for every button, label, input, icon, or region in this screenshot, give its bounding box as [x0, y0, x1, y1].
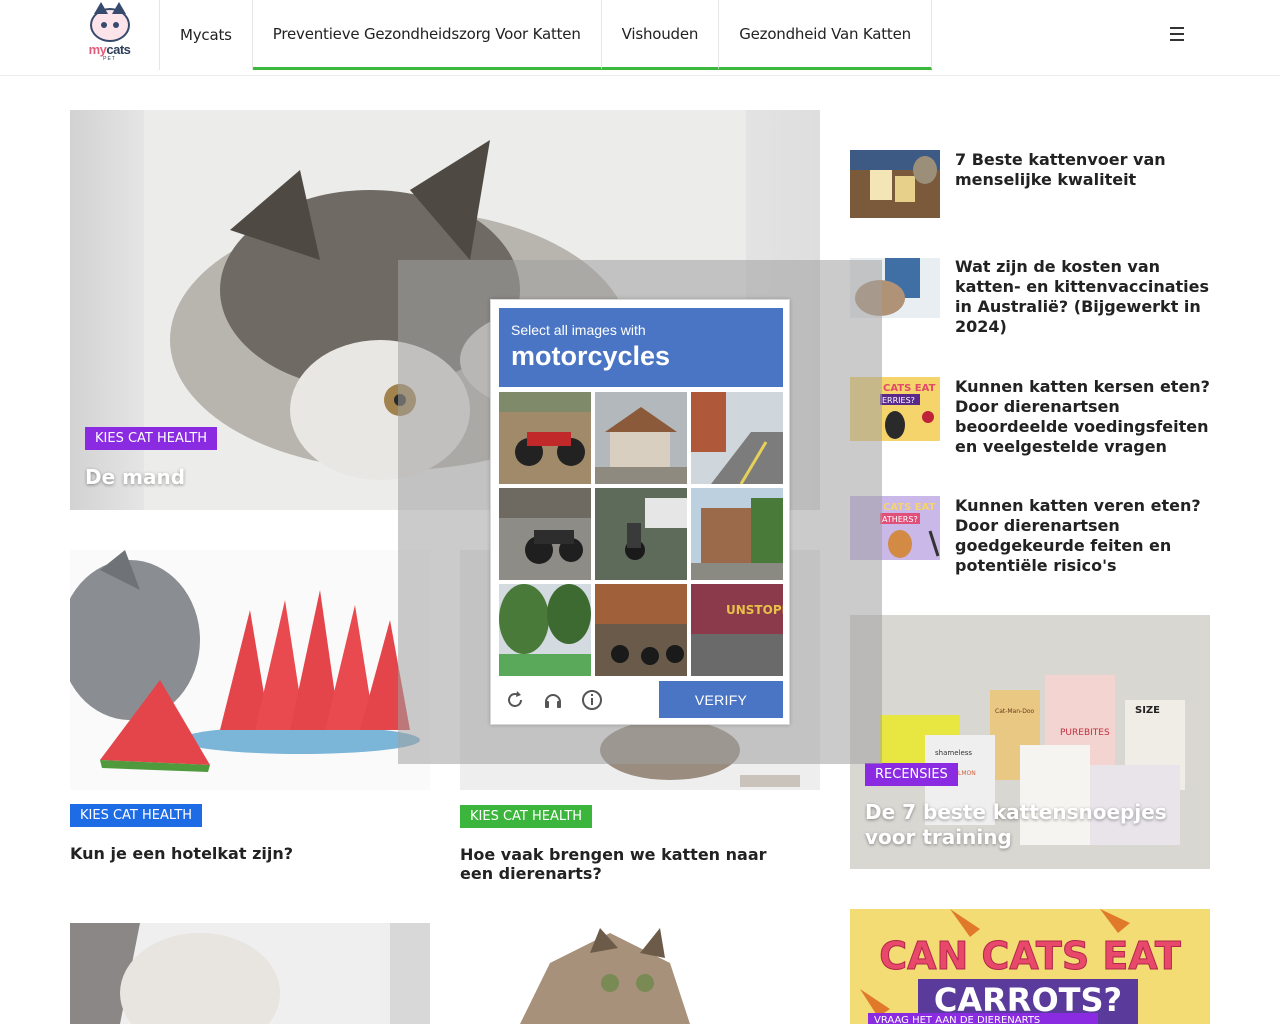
cat-logo-icon: [89, 2, 130, 42]
info-icon[interactable]: [581, 689, 603, 711]
bag-label-shameless: shameless: [935, 749, 972, 757]
sidebar-title-vaccinaties[interactable]: Wat zijn de kosten van katten- en kitten…: [955, 257, 1215, 337]
verify-button[interactable]: VERIFY: [659, 681, 783, 718]
sidebar-feature-snoepjes[interactable]: Cat-Man-Doo PUREBITES SIZE shameless SAL…: [850, 615, 1210, 869]
hero-title[interactable]: De mand: [85, 465, 185, 490]
hero-badge[interactable]: KIES CAT HEALTH: [85, 427, 218, 450]
sidebar-feature-badge[interactable]: RECENSIES: [865, 763, 958, 786]
reload-icon[interactable]: [504, 689, 526, 711]
pregnant-photo: [70, 923, 430, 1024]
captcha-tile-7[interactable]: [499, 584, 591, 676]
nav-item-vishouden[interactable]: Vishouden: [601, 0, 720, 70]
sidebar-item-vaccinaties[interactable]: Wat zijn de kosten van katten- en kitten…: [850, 257, 1210, 347]
sidebar-thumb-veren-text-a: CATS EAT: [883, 502, 936, 513]
carrot-banner-image: CAN CATS EAT CARROTS? VRAAG HET AAN DE D…: [850, 909, 1210, 1024]
logo-text: mycats: [88, 42, 131, 57]
sidebar-item-kattenvoer[interactable]: 7 Beste kattenvoer van menselijke kwalit…: [850, 150, 1210, 230]
captcha-tile-5[interactable]: [595, 488, 687, 580]
sidebar-thumb-kersen-text-b: ERRIES?: [882, 396, 915, 405]
captcha-tile-9[interactable]: UNSTOPPA: [691, 584, 783, 676]
sidebar-feature-title[interactable]: De 7 beste kattensnoepjes voor training: [865, 800, 1205, 850]
cat-watermelon-photo: [70, 550, 430, 790]
sidebar-thumb-veren-text-b: ATHERS?: [882, 515, 918, 524]
carrot-title-line1: CAN CATS EAT: [879, 934, 1181, 978]
card-badge-hotelkat[interactable]: KIES CAT HEALTH: [70, 804, 203, 827]
sidebar-title-kattenvoer[interactable]: 7 Beste kattenvoer van menselijke kwalit…: [955, 150, 1215, 190]
bag-label-purebites: PUREBITES: [1060, 728, 1110, 738]
captcha-tile-6[interactable]: [691, 488, 783, 580]
captcha-prompt: Select all images with: [511, 322, 646, 338]
card-image-pregnant[interactable]: [70, 923, 430, 1024]
sidebar-thumb-kersen-text-a: CATS EAT: [883, 383, 936, 394]
kitten-photo: [460, 923, 820, 1024]
card-image-hotelkat[interactable]: [70, 550, 430, 790]
sidebar-thumb-kattenvoer: [850, 150, 940, 218]
bag-label-catmandoo: Cat-Man-Doo: [995, 708, 1034, 715]
sidebar-item-kersen[interactable]: CATS EAT ERRIES? Kunnen katten kersen ete…: [850, 377, 1210, 467]
captcha-dialog: Select all images with motorcycles UNSTO…: [490, 299, 790, 725]
bag-label-size: SIZE: [1135, 705, 1160, 716]
captcha-tile-1[interactable]: [499, 392, 591, 484]
card-title-dierenarts[interactable]: Hoe vaak brengen we katten naar een dier…: [460, 845, 800, 883]
captcha-tile-2[interactable]: [595, 392, 687, 484]
site-header: mycats PET Mycats Preventieve Gezondheid…: [0, 0, 1280, 76]
card-badge-dierenarts[interactable]: KIES CAT HEALTH: [460, 805, 593, 828]
card-image-kitten[interactable]: [460, 923, 820, 1024]
captcha-target: motorcycles: [511, 341, 671, 371]
captcha-tile-4[interactable]: [499, 488, 591, 580]
sidebar-item-veren[interactable]: CATS EAT ATHERS? Kunnen katten veren eten…: [850, 496, 1210, 586]
card-title-hotelkat[interactable]: Kun je een hotelkat zijn?: [70, 844, 430, 863]
sidebar-feature-carrots[interactable]: CAN CATS EAT CARROTS? VRAAG HET AAN DE D…: [850, 909, 1210, 1024]
captcha-footer: VERIFY: [499, 680, 783, 718]
captcha-tile-8[interactable]: [595, 584, 687, 676]
captcha-tile-9-text: UNSTOPPA: [726, 603, 783, 617]
carrot-banner-text: VRAAG HET AAN DE DIERENARTS: [874, 1015, 1040, 1024]
audio-icon[interactable]: [542, 689, 564, 711]
nav-item-gezondheid[interactable]: Gezondheid Van Katten: [719, 0, 932, 70]
main-nav: Mycats Preventieve Gezondheidszorg Voor …: [160, 0, 932, 70]
site-logo[interactable]: mycats PET: [60, 0, 160, 70]
captcha-header: Select all images with motorcycles: [499, 308, 783, 387]
captcha-tile-3[interactable]: [691, 392, 783, 484]
logo-subtext: PET: [103, 56, 116, 62]
sidebar-title-kersen[interactable]: Kunnen katten kersen eten? Door dierenar…: [955, 377, 1215, 457]
sidebar-title-veren[interactable]: Kunnen katten veren eten? Door dierenart…: [955, 496, 1215, 576]
nav-item-mycats[interactable]: Mycats: [160, 0, 253, 70]
nav-item-preventieve[interactable]: Preventieve Gezondheidszorg Voor Katten: [252, 0, 602, 70]
menu-hamburger-icon[interactable]: [1170, 27, 1184, 41]
